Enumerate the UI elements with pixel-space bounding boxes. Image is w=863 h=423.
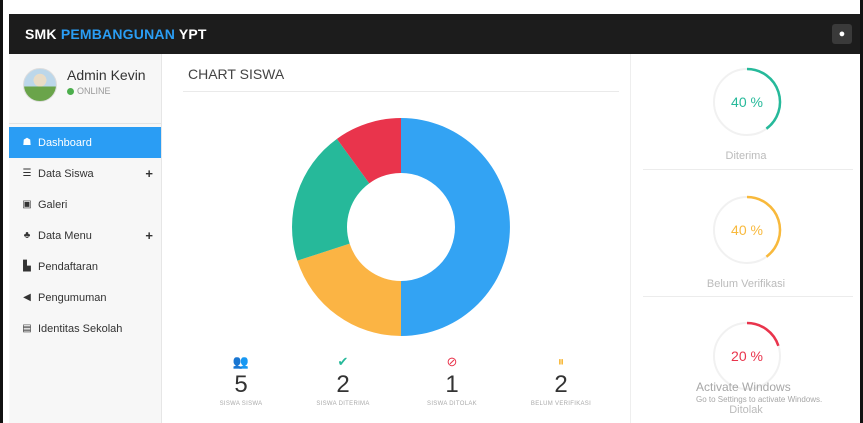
sidebar-item-data-siswa[interactable]: ☰ Data Siswa + bbox=[9, 158, 161, 189]
donut-chart bbox=[292, 118, 510, 336]
stat-siswa-diterima: ✔ 2 SISWA DITERIMA bbox=[303, 354, 383, 407]
expand-plus-icon[interactable]: + bbox=[145, 228, 153, 243]
sidebar-item-pendaftaran[interactable]: ▙ Pendaftaran bbox=[9, 251, 161, 282]
pause-circle-icon: ⏸ bbox=[557, 354, 565, 369]
donut-slice-1[interactable] bbox=[297, 243, 401, 336]
online-dot-icon bbox=[67, 87, 74, 95]
top-navbar: SMK PEMBANGUNAN YPT ● bbox=[9, 14, 860, 54]
user-name: Admin Kevin bbox=[67, 67, 146, 83]
stat-value: 2 bbox=[336, 371, 350, 398]
sidebar-item-pengumuman[interactable]: ◀ Pengumuman bbox=[9, 282, 161, 313]
sidebar-item-dashboard[interactable]: ☗ Dashboard bbox=[9, 127, 161, 158]
panel-divider bbox=[643, 296, 853, 297]
sidebar-item-identitas-sekolah[interactable]: ▤ Identitas Sekolah bbox=[9, 313, 161, 344]
gauge-ditolak: 20 % bbox=[713, 321, 781, 390]
stat-label: SISWA DITERIMA bbox=[316, 401, 370, 407]
sidebar-item-label: Pendaftaran bbox=[38, 260, 98, 273]
gear-icon: ● bbox=[838, 27, 846, 40]
expand-plus-icon[interactable]: + bbox=[145, 166, 153, 181]
stat-siswa-ditolak: ⊘ 1 SISWA DITOLAK bbox=[412, 354, 492, 407]
sidebar-item-label: Identitas Sekolah bbox=[38, 322, 123, 335]
image-icon: ▣ bbox=[22, 199, 32, 210]
sitemap-icon: ♣ bbox=[23, 230, 31, 241]
gauge-arc bbox=[746, 321, 780, 347]
stat-label: SISWA DITOLAK bbox=[427, 401, 477, 407]
sidebar: Admin Kevin ONLINE ☗ Dashboard ☰ Data Si… bbox=[9, 54, 162, 423]
brand-text-smk: SMK bbox=[25, 26, 61, 42]
list-icon: ☰ bbox=[22, 168, 32, 179]
id-card-icon: ▤ bbox=[22, 323, 32, 334]
main-content: CHART SISWA 👥 5 SISWA SISWA ✔ 2 SISWA DI… bbox=[163, 54, 630, 423]
panel-divider bbox=[643, 169, 853, 170]
user-status-text: ONLINE bbox=[77, 86, 111, 96]
stat-label: SISWA SISWA bbox=[219, 401, 263, 407]
sidebar-item-label: Data Siswa bbox=[38, 167, 94, 180]
gauge-percent-text: 20 % bbox=[731, 348, 763, 364]
settings-button[interactable]: ● bbox=[832, 24, 852, 44]
sidebar-item-label: Data Menu bbox=[38, 229, 92, 242]
ban-icon: ⊘ bbox=[446, 354, 458, 369]
stat-total-siswa: 👥 5 SISWA SISWA bbox=[201, 354, 281, 407]
home-icon: ☗ bbox=[22, 137, 32, 148]
donut-slice-0[interactable] bbox=[401, 118, 510, 336]
brand-text-ypt: YPT bbox=[175, 26, 207, 42]
sidebar-item-label: Galeri bbox=[38, 198, 68, 211]
title-divider bbox=[183, 91, 619, 92]
gauge-percent-text: 40 % bbox=[731, 94, 763, 110]
stat-value: 2 bbox=[554, 371, 568, 398]
stat-value: 1 bbox=[445, 371, 459, 398]
gauge-percent-text: 40 % bbox=[731, 222, 763, 238]
progress-panel: 40 % Diterima 40 % Belum Verifikasi 20 %… bbox=[630, 54, 860, 423]
check-circle-icon: ✔ bbox=[337, 354, 349, 369]
bullhorn-icon: ◀ bbox=[23, 292, 31, 303]
sidebar-menu: ☗ Dashboard ☰ Data Siswa + ▣ Galeri ♣ Da… bbox=[9, 127, 161, 344]
gauge-diterima: 40 % bbox=[713, 67, 782, 136]
brand-logo[interactable]: SMK PEMBANGUNAN YPT bbox=[25, 26, 207, 42]
stat-label: BELUM VERIFIKASI bbox=[530, 401, 592, 407]
sidebar-item-label: Dashboard bbox=[38, 136, 92, 149]
avatar bbox=[23, 68, 57, 102]
sidebar-item-galeri[interactable]: ▣ Galeri bbox=[9, 189, 161, 220]
user-status: ONLINE bbox=[67, 86, 146, 96]
app-window: SMK PEMBANGUNAN YPT ● Admin Kevin ONLINE… bbox=[0, 0, 863, 423]
user-info: Admin Kevin ONLINE bbox=[67, 67, 146, 96]
sidebar-item-data-menu[interactable]: ♣ Data Menu + bbox=[9, 220, 161, 251]
user-panel: Admin Kevin ONLINE bbox=[9, 54, 161, 124]
sidebar-item-label: Pengumuman bbox=[38, 291, 107, 304]
gauge-belum-verifikasi: 40 % bbox=[713, 195, 782, 264]
gauge-label-diterima: Diterima bbox=[725, 150, 767, 162]
brand-text-pembangunan: PEMBANGUNAN bbox=[60, 26, 176, 42]
chart-title: CHART SISWA bbox=[188, 66, 285, 82]
stat-value: 5 bbox=[234, 371, 248, 398]
file-icon: ▙ bbox=[23, 261, 31, 272]
users-icon: 👥 bbox=[232, 354, 250, 369]
gauge-label-belum-verifikasi: Belum Verifikasi bbox=[706, 278, 786, 290]
gauge-label-ditolak: Ditolak bbox=[729, 404, 763, 416]
stat-belum-verifikasi: ⏸ 2 BELUM VERIFIKASI bbox=[521, 354, 601, 407]
